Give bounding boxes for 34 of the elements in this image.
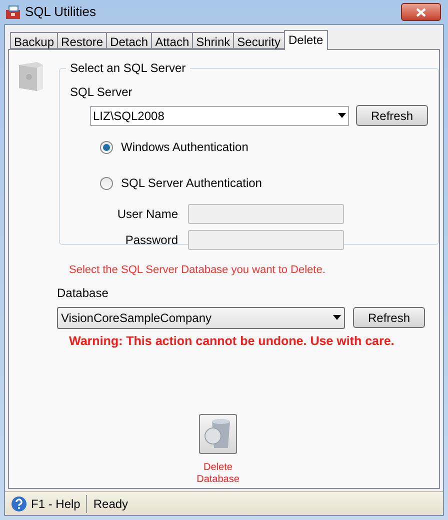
trash-can-icon <box>203 418 233 450</box>
tab[interactable]: Attach <box>151 32 192 49</box>
tab[interactable]: Security <box>233 32 284 49</box>
status-help: F1 - Help <box>31 494 88 512</box>
radio-label: Windows Authentication <box>121 139 248 156</box>
radio-button[interactable] <box>100 140 113 154</box>
tab[interactable]: Delete <box>284 30 328 50</box>
tab[interactable]: Backup <box>10 32 58 49</box>
caret-icon <box>333 315 341 320</box>
toolbox-icon <box>5 4 21 20</box>
tab[interactable]: Shrink <box>192 32 234 49</box>
radio-button[interactable] <box>100 176 113 190</box>
instruction-text: Select the SQL Server Database you want to Delete. <box>69 263 326 278</box>
tab[interactable]: Detach <box>106 32 152 49</box>
server-dropdown[interactable]: LIZ\SQL2008 <box>90 106 349 126</box>
group-title: Select an SQL Server <box>69 60 187 77</box>
caret-icon <box>338 113 346 118</box>
refresh-button[interactable]: Refresh <box>356 105 428 126</box>
delete-database-button[interactable] <box>199 414 237 454</box>
refresh-button[interactable]: Refresh <box>353 307 425 328</box>
close-icon <box>416 8 426 16</box>
field-label: SQL Server <box>70 84 134 101</box>
field-label: Password <box>124 232 178 249</box>
help-icon <box>11 496 27 512</box>
field-label: Database <box>57 284 110 302</box>
status-text: Ready <box>93 496 128 512</box>
radio-label: SQL Server Authentication <box>121 175 262 192</box>
close-button[interactable] <box>401 3 441 21</box>
database-dropdown[interactable]: VisionCoreSampleCompany <box>57 306 345 328</box>
field-label: User Name <box>116 206 178 223</box>
window-title: SQL Utilities <box>25 3 96 22</box>
warning-text: Warning: This action cannot be undone. Use with care. <box>69 332 396 350</box>
button-caption: Delete Database <box>196 462 240 486</box>
tab[interactable]: Restore <box>57 32 106 49</box>
